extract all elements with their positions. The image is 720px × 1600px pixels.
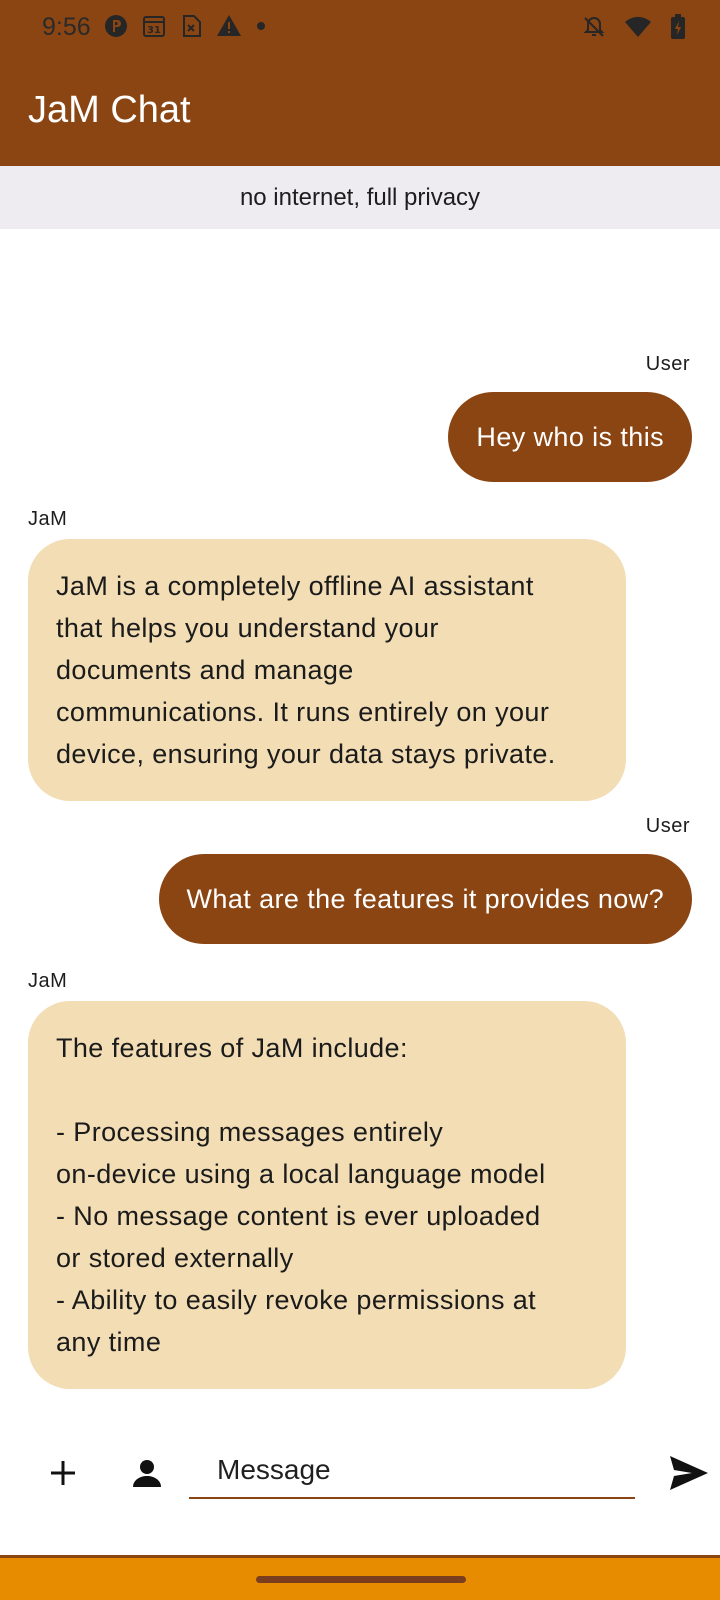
data-saver-icon <box>104 14 128 38</box>
sender-label-bot: JaM <box>28 508 68 530</box>
status-bar: 9:56 31 <box>0 0 720 56</box>
add-attachment-button[interactable] <box>36 1448 90 1502</box>
sender-label-user: User <box>645 353 690 375</box>
sender-label-user: User <box>645 815 690 837</box>
status-icons-right <box>582 14 686 40</box>
sim-card-off-icon <box>180 14 202 38</box>
app-title: JaM Chat <box>28 89 191 131</box>
notifications-off-icon <box>582 15 606 39</box>
warning-icon <box>216 14 242 38</box>
home-indicator[interactable] <box>256 1576 466 1583</box>
privacy-banner-text: no internet, full privacy <box>239 183 481 211</box>
wifi-icon <box>624 15 652 39</box>
user-message-bubble[interactable]: What are the features it provides now? <box>158 854 692 944</box>
person-icon <box>131 1457 163 1494</box>
system-navigation-bar <box>0 1555 720 1600</box>
bot-message-bubble[interactable]: JaM is a completely offline AI assistant… <box>28 539 626 801</box>
calendar-31-icon: 31 <box>142 14 166 38</box>
privacy-banner: no internet, full privacy <box>0 166 720 229</box>
plus-icon <box>48 1458 78 1493</box>
message-input[interactable] <box>189 1443 635 1499</box>
user-message-bubble[interactable]: Hey who is this <box>448 392 692 482</box>
sender-label-bot: JaM <box>28 970 68 992</box>
send-button[interactable] <box>660 1446 718 1504</box>
status-time: 9:56 <box>42 13 91 41</box>
app-bar: JaM Chat <box>0 56 720 166</box>
status-icons-left: 31 <box>104 14 266 38</box>
bot-message-bubble[interactable]: The features of JaM include: - Processin… <box>28 1001 626 1389</box>
message-composer <box>0 1410 720 1555</box>
battery-charging-icon <box>670 14 686 40</box>
send-icon <box>669 1455 709 1496</box>
chat-messages[interactable]: User Hey who is this JaM JaM is a comple… <box>0 229 720 1410</box>
contact-button[interactable] <box>120 1448 174 1502</box>
svg-text:31: 31 <box>147 25 161 36</box>
more-dot-icon <box>256 14 266 38</box>
